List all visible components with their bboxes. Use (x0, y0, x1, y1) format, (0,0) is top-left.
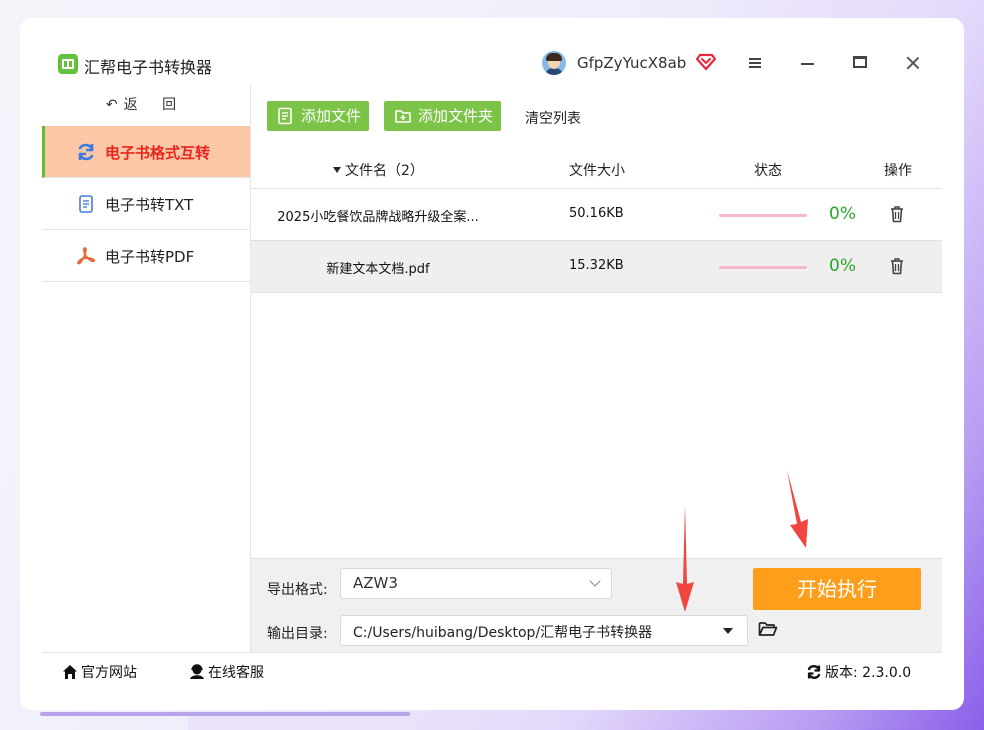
sidebar-item-label: 电子书转TXT (105, 196, 194, 214)
dropdown-arrow-icon (723, 628, 733, 634)
close-icon[interactable] (900, 52, 926, 74)
add-file-icon (278, 107, 292, 125)
background-decoration-bar (40, 712, 410, 716)
official-site-label: 官方网站 (81, 665, 137, 681)
chevron-down-icon (589, 575, 601, 587)
format-value: AZW3 (353, 574, 398, 592)
back-arrow-icon: ↶ (105, 97, 118, 113)
version-info[interactable]: 版本: 2.3.0.0 (806, 662, 911, 682)
settings-panel: 导出格式: AZW3 输出目录: C:/Users/huibang/Deskto… (251, 558, 942, 653)
menu-icon[interactable] (742, 52, 768, 74)
app-logo-icon (58, 54, 78, 74)
refresh-icon (807, 665, 821, 679)
sidebar: ↶ 返 回 电子书格式互转 电子书转TXT 电子书转PDF (42, 84, 251, 652)
table-row[interactable]: 2025小吃餐饮品牌战略升级全案... 50.16KB 0% (251, 189, 942, 241)
file-name-cell: 新建文本文档.pdf (326, 262, 430, 277)
refresh-icon (78, 143, 94, 161)
sidebar-item-to-txt[interactable]: 电子书转TXT (42, 178, 250, 230)
delete-icon[interactable] (889, 257, 905, 275)
progress-percent: 0% (829, 256, 856, 276)
sidebar-item-to-pdf[interactable]: 电子书转PDF (42, 230, 250, 282)
header-status: 状态 (754, 163, 782, 179)
version-label: 版本: 2.3.0.0 (825, 665, 912, 681)
header-file-name-label: 文件名（2） (345, 163, 424, 179)
format-label: 导出格式: (267, 582, 328, 598)
customer-service-icon (190, 664, 204, 679)
back-button[interactable]: ↶ 返 回 (42, 84, 250, 126)
output-dir-label: 输出目录: (267, 626, 328, 642)
title-bar: 汇帮电子书转换器 GfpZyYucX8ab (42, 42, 942, 84)
file-size-cell: 15.32KB (569, 258, 624, 273)
clear-list-button[interactable]: 清空列表 (525, 108, 581, 128)
maximize-icon[interactable] (847, 52, 873, 74)
sidebar-item-label: 电子书转PDF (105, 248, 195, 266)
footer: 官方网站 在线客服 版本: 2.3.0.0 (42, 652, 942, 688)
minimize-icon[interactable] (794, 52, 820, 74)
online-service-label: 在线客服 (208, 665, 264, 681)
output-dir-value: C:/Users/huibang/Desktop/汇帮电子书转换器 (353, 625, 653, 641)
back-label: 返 回 (123, 97, 187, 113)
user-avatar[interactable] (542, 51, 566, 75)
sidebar-item-label: 电子书格式互转 (105, 144, 211, 162)
open-folder-icon[interactable] (758, 620, 778, 638)
file-size-cell: 50.16KB (569, 206, 624, 221)
progress-percent: 0% (829, 204, 856, 224)
username[interactable]: GfpZyYucX8ab (577, 54, 686, 72)
progress-bar (719, 266, 807, 269)
add-folder-label: 添加文件夹 (418, 107, 494, 125)
header-file-size: 文件大小 (569, 163, 625, 179)
format-select[interactable]: AZW3 (340, 568, 612, 599)
progress-bar (719, 214, 807, 217)
add-file-label: 添加文件 (301, 107, 362, 125)
app-window: 汇帮电子书转换器 GfpZyYucX8ab ↶ 返 回 电子书格式互转 电子书转… (42, 42, 942, 688)
output-dir-select[interactable]: C:/Users/huibang/Desktop/汇帮电子书转换器 (340, 615, 748, 646)
delete-icon[interactable] (889, 205, 905, 223)
file-name-cell: 2025小吃餐饮品牌战略升级全案... (277, 210, 479, 225)
header-operation: 操作 (884, 163, 912, 179)
add-folder-icon (395, 110, 411, 123)
sidebar-item-format-convert[interactable]: 电子书格式互转 (42, 126, 250, 178)
add-folder-button[interactable]: 添加文件夹 (384, 101, 501, 131)
sort-caret-icon (333, 167, 341, 173)
header-file-name[interactable]: 文件名（2） (333, 160, 424, 180)
table-header: 文件名（2） 文件大小 状态 操作 (251, 148, 942, 189)
home-icon (63, 665, 77, 679)
table-row[interactable]: 新建文本文档.pdf 15.32KB 0% (251, 241, 942, 293)
official-site-link[interactable]: 官方网站 (62, 662, 137, 682)
annotation-arrow (787, 470, 808, 548)
start-button[interactable]: 开始执行 (753, 568, 921, 610)
add-file-button[interactable]: 添加文件 (267, 101, 369, 131)
document-icon (79, 195, 93, 213)
annotation-arrow (676, 504, 694, 612)
online-service-link[interactable]: 在线客服 (189, 662, 264, 682)
main-panel: 添加文件 添加文件夹 清空列表 文件名（2） 文件大小 状态 操作 2025小吃… (251, 84, 942, 653)
pdf-icon (77, 247, 96, 265)
vip-diamond-icon[interactable] (696, 53, 716, 71)
app-title: 汇帮电子书转换器 (84, 58, 213, 77)
